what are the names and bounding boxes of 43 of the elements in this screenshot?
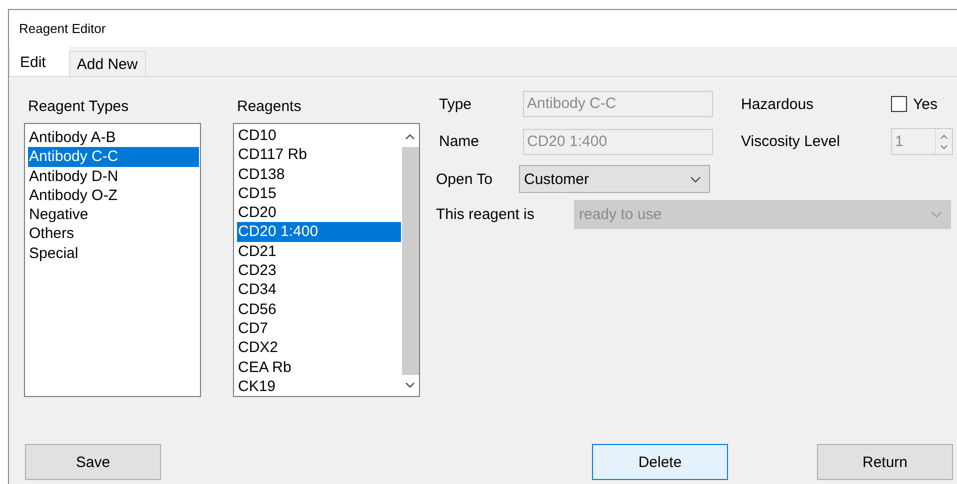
- reagent-types-list[interactable]: Antibody A-B Antibody C-C Antibody D-N Antibody O-Z Negative Others Special: [24, 123, 201, 397]
- list-item[interactable]: CD34: [237, 280, 401, 300]
- tab[interactable]: Add New: [68, 51, 146, 76]
- open-to-dropdown[interactable]: Customer: [519, 165, 710, 193]
- field-label: Open To: [436, 170, 494, 188]
- list-heading: Reagent Types: [28, 98, 130, 117]
- caret-icon: [931, 211, 942, 218]
- hazardous-checkbox[interactable]: Yes: [891, 96, 938, 112]
- list-item[interactable]: CD20 1:400: [237, 222, 401, 242]
- list-item[interactable]: CDX2: [237, 338, 401, 358]
- scroll-down-icon[interactable]: [405, 382, 415, 388]
- field-label: Type: [438, 96, 473, 112]
- list-item[interactable]: CK19: [237, 376, 401, 396]
- list-item[interactable]: Antibody A-B: [28, 128, 199, 148]
- list-item[interactable]: CD15: [237, 184, 401, 204]
- reagents-list[interactable]: CD10 CD117 Rb CD138 CD15 CD20 CD20 1:400 CD21 CD23 CD34 CD56 CD7 CDX2 CEA Rb CK19: [233, 123, 420, 397]
- list-item[interactable]: Special: [28, 244, 199, 264]
- action-button[interactable]: Return: [817, 444, 953, 480]
- action-button[interactable]: Save: [25, 444, 161, 480]
- list-item[interactable]: Others: [28, 224, 199, 244]
- list-item[interactable]: CD23: [237, 261, 401, 280]
- list-item[interactable]: CD56: [237, 300, 401, 319]
- field-label: Viscosity Level: [741, 133, 841, 150]
- list-item[interactable]: Antibody D-N: [28, 166, 199, 186]
- list-item[interactable]: CD138: [237, 164, 401, 184]
- field-label: This reagent is: [436, 206, 536, 223]
- list-item[interactable]: CD10: [237, 126, 401, 146]
- list-heading: Reagents: [237, 98, 302, 117]
- list-item[interactable]: Antibody C-C: [28, 147, 199, 167]
- list-item[interactable]: Negative: [28, 205, 199, 224]
- list-item[interactable]: CD117 Rb: [237, 145, 401, 165]
- window-title: Reagent Editor: [19, 21, 106, 36]
- list-item[interactable]: Antibody O-Z: [28, 186, 199, 206]
- scroll-up-icon[interactable]: [405, 134, 415, 140]
- tab[interactable]: Edit: [10, 47, 69, 76]
- action-button[interactable]: Delete: [592, 444, 728, 480]
- list-item[interactable]: CEA Rb: [237, 358, 401, 377]
- list-item[interactable]: CD21: [237, 242, 401, 262]
- caret-icon: [690, 176, 701, 182]
- list-item[interactable]: CD20: [237, 203, 401, 222]
- field-label: Hazardous: [741, 96, 815, 112]
- list-item[interactable]: CD7: [237, 318, 401, 338]
- field-label: Name: [438, 133, 480, 150]
